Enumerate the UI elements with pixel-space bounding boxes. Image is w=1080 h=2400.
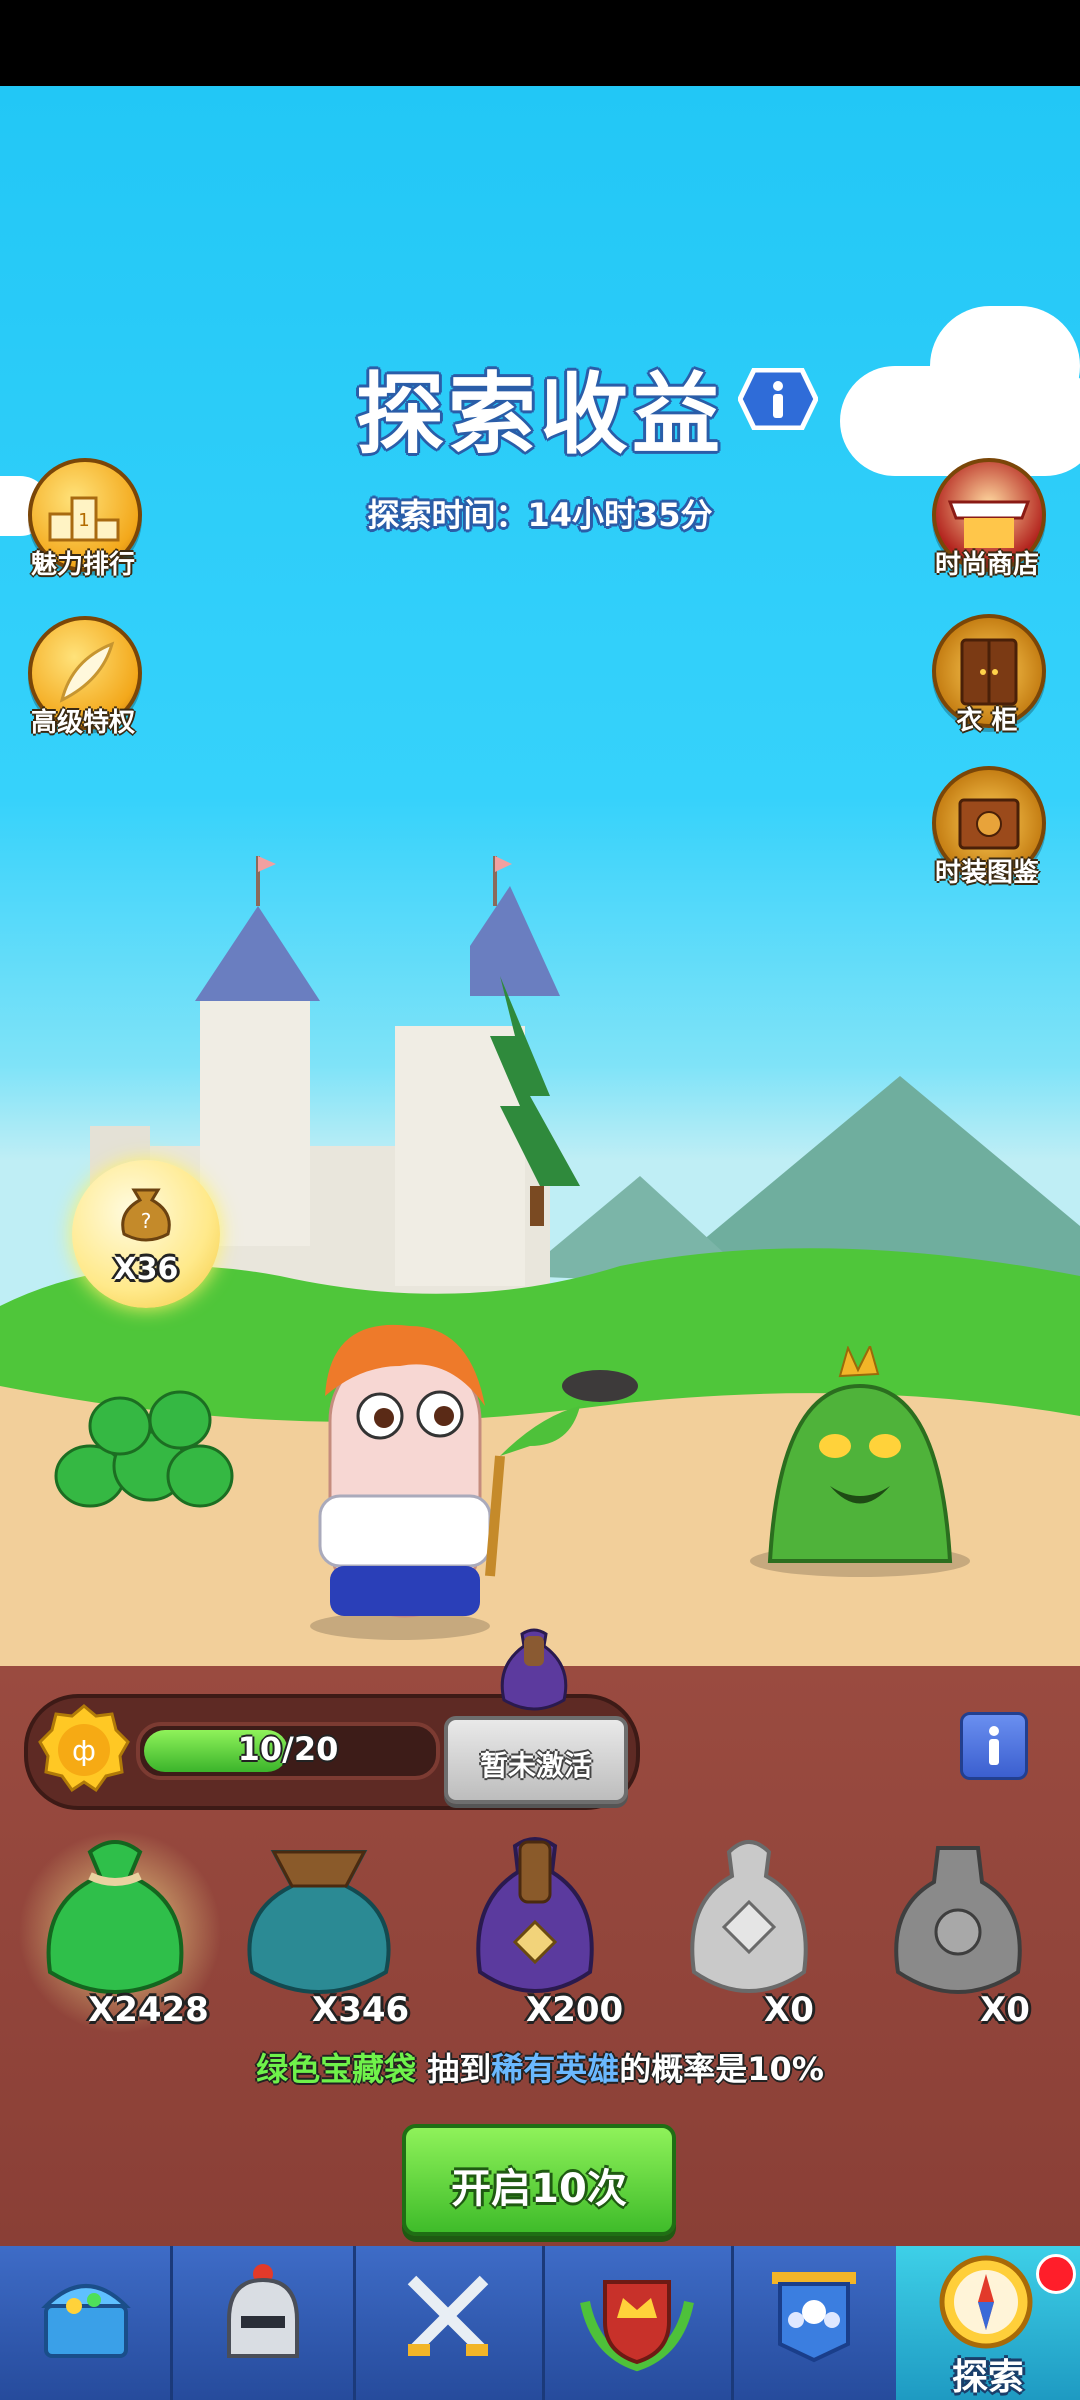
hero-character bbox=[310, 1324, 580, 1640]
mystery-bag-icon: ? bbox=[121, 1188, 171, 1242]
silver-bag-count: X0 bbox=[764, 1990, 814, 2030]
nav-item-treasure[interactable] bbox=[0, 2246, 173, 2400]
svg-text:ф: ф bbox=[72, 1734, 96, 1767]
loot-bubble-count: X36 bbox=[113, 1252, 179, 1287]
crossed-swords-icon bbox=[407, 2275, 489, 2356]
desc-tail-text: 的概率是10% bbox=[619, 2050, 824, 2088]
bag-panel: ф 10/20 暂未激活 X2428 X346 X200 X0 X0 绿色宝藏袋… bbox=[0, 1628, 1080, 2246]
nav-item-explore[interactable]: 探索 bbox=[896, 2246, 1080, 2400]
rare-hero-text: 稀有英雄 bbox=[491, 2050, 620, 2088]
teal-treasure-bag-icon bbox=[247, 1850, 391, 1994]
purple-treasure-bag-icon bbox=[476, 1837, 594, 1993]
nav-item-battle[interactable] bbox=[356, 2246, 545, 2400]
treasure-chest-icon bbox=[41, 2284, 131, 2358]
premium-privilege-label: 高级特权 bbox=[30, 708, 135, 738]
green-bag-count: X2428 bbox=[88, 1990, 209, 2030]
svg-text:1: 1 bbox=[78, 510, 89, 531]
medal-icon: ф bbox=[36, 1702, 132, 1798]
bag-name-text: 绿色宝藏袋 bbox=[256, 2050, 417, 2088]
svg-text:?: ? bbox=[141, 1209, 152, 1233]
inactive-status-button[interactable]: 暂未激活 bbox=[444, 1716, 628, 1804]
wardrobe-button[interactable]: 衣 柜 bbox=[932, 614, 1046, 736]
fashion-shop-label: 时尚商店 bbox=[934, 550, 1039, 580]
knight-helmet-icon bbox=[227, 2264, 299, 2358]
charm-ranking-label: 魅力排行 bbox=[30, 550, 135, 580]
explore-time: 探索时间：14小时35分 bbox=[0, 490, 1080, 536]
nav-item-guild[interactable] bbox=[734, 2246, 899, 2400]
nav-item-heroes[interactable] bbox=[173, 2246, 356, 2400]
game-scene: 探索收益 探索时间：14小时35分 1 魅力排行 高级特权 时尚商店 衣 柜 时 bbox=[0, 86, 1080, 1666]
progress-text: 10/20 bbox=[237, 1730, 339, 1768]
purple-pouch-icon bbox=[500, 1628, 568, 1711]
desc-mid-text: 抽到 bbox=[427, 2050, 492, 2088]
compass-icon bbox=[939, 2255, 1033, 2349]
teal-bag-count: X346 bbox=[312, 1990, 410, 2030]
bag-slot-green[interactable]: X2428 bbox=[10, 1822, 230, 2042]
green-treasure-bag-icon bbox=[46, 1840, 184, 1994]
inactive-status-label: 暂未激活 bbox=[479, 1749, 592, 1782]
bottom-nav: 探索 bbox=[0, 2246, 1080, 2400]
open-10-times-button[interactable]: 开启10次 bbox=[402, 2124, 676, 2236]
premium-privilege-button[interactable]: 高级特权 bbox=[28, 616, 142, 738]
drop-rate-description: 绿色宝藏袋 抽到稀有英雄的概率是10% bbox=[0, 2044, 1080, 2090]
wardrobe-label: 衣 柜 bbox=[956, 706, 1018, 736]
nav-item-rank[interactable] bbox=[545, 2246, 734, 2400]
page-title: 探索收益 bbox=[355, 363, 724, 466]
fashion-shop-button[interactable]: 时尚商店 bbox=[932, 458, 1046, 580]
dark-bag-count: X0 bbox=[980, 1990, 1030, 2030]
bag-slot-teal[interactable]: X346 bbox=[230, 1832, 430, 2032]
status-bar bbox=[0, 0, 1080, 86]
green-bag-pile bbox=[54, 1390, 234, 1508]
notification-dot bbox=[1036, 2254, 1076, 2294]
open-button-label: 开启10次 bbox=[451, 2166, 627, 2212]
bag-slot-dark[interactable]: X0 bbox=[870, 1832, 1060, 2032]
silver-treasure-bag-icon bbox=[690, 1840, 808, 1993]
nav-explore-label: 探索 bbox=[951, 2357, 1024, 2398]
bag-slot-purple[interactable]: X200 bbox=[450, 1832, 650, 2032]
info-icon bbox=[989, 1726, 999, 1765]
explore-time-label: 探索时间： bbox=[367, 496, 528, 534]
bag-info-button[interactable] bbox=[960, 1712, 1028, 1780]
explore-time-value: 14小时35分 bbox=[527, 496, 713, 534]
info-button[interactable] bbox=[737, 367, 819, 431]
slime-monster bbox=[750, 1346, 970, 1577]
progress-bar: 10/20 bbox=[136, 1722, 440, 1780]
charm-ranking-button[interactable]: 1 魅力排行 bbox=[28, 458, 142, 580]
loot-bubble[interactable]: ? X36 bbox=[72, 1160, 220, 1308]
purple-bag-count: X200 bbox=[526, 1990, 624, 2030]
crown-shield-icon bbox=[580, 2280, 694, 2372]
dark-treasure-bag-icon bbox=[894, 1846, 1022, 1994]
guild-banner-icon bbox=[772, 2272, 856, 2363]
bag-slot-silver[interactable]: X0 bbox=[664, 1832, 844, 2032]
